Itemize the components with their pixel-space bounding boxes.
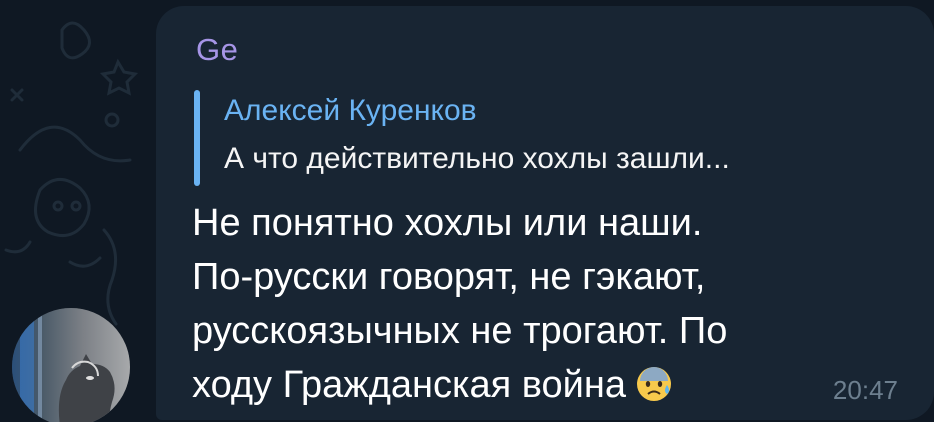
chat-background: Ge Алексей Куренков А что действительно … xyxy=(0,0,934,422)
reply-quote[interactable]: Алексей Куренков А что действительно хох… xyxy=(194,90,914,186)
message-text: Не понятно хохлы или наши. По-русски гов… xyxy=(192,196,912,412)
sender-name[interactable]: Ge xyxy=(196,32,238,68)
cat-photo-avatar xyxy=(12,308,130,422)
sender-avatar[interactable] xyxy=(12,308,130,422)
message-timestamp: 20:47 xyxy=(832,375,898,405)
message-line-last: ходу Гражданская война xyxy=(192,358,912,412)
anxious-face-emoji-icon xyxy=(634,363,674,403)
message-line: русскоязычных не трогают. По xyxy=(192,310,728,352)
message-bubble[interactable]: Ge Алексей Куренков А что действительно … xyxy=(156,6,934,420)
message-line-text: ходу Гражданская война xyxy=(192,364,626,406)
reply-author: Алексей Куренков xyxy=(224,94,477,127)
reply-text: А что действительно хохлы зашли... xyxy=(224,142,730,175)
message-line: По-русски говорят, не гэкают, xyxy=(192,256,706,298)
reply-accent-bar xyxy=(194,90,200,186)
message-line: Не понятно хохлы или наши. xyxy=(192,202,703,244)
